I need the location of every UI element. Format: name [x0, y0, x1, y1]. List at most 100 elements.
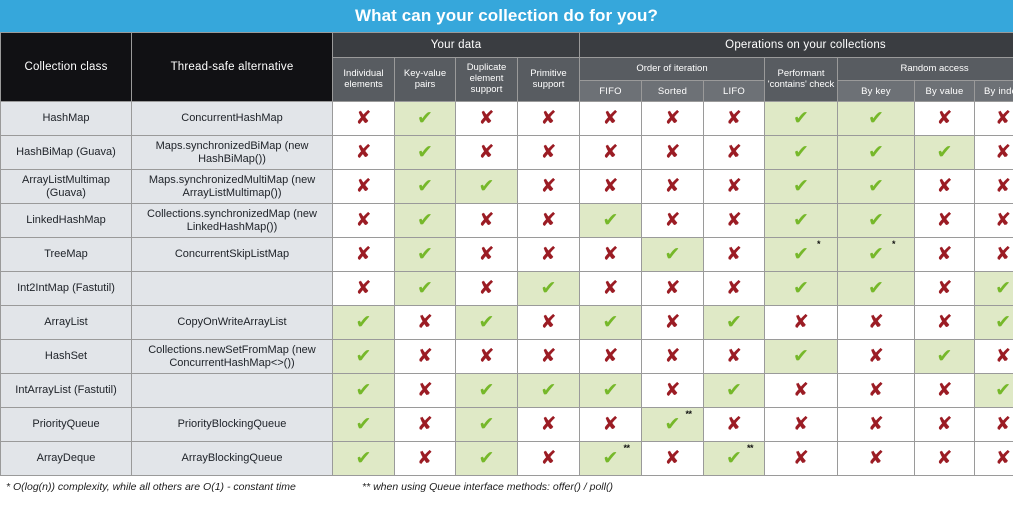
table-row: ArrayListMultimap (Guava) Maps.synchroniz…	[1, 170, 1013, 203]
cell-not-supported: ✘	[333, 272, 394, 305]
cross-icon: ✘	[936, 276, 953, 299]
cross-icon: ✘	[936, 208, 953, 231]
cell-not-supported: ✘	[642, 374, 703, 407]
cell-not-supported: ✘	[975, 102, 1013, 135]
cell-supported: ✔	[765, 102, 837, 135]
cell-not-supported: ✘	[518, 238, 579, 271]
cell-not-supported: ✘	[915, 408, 974, 441]
cell-supported: ✔	[580, 374, 641, 407]
check-icon: ✔	[602, 310, 619, 333]
cross-icon: ✘	[995, 140, 1011, 163]
cross-icon: ✘	[540, 412, 557, 435]
check-icon: ✔	[478, 378, 495, 401]
cross-icon: ✘	[995, 106, 1011, 129]
check-icon: ✔ **	[726, 442, 753, 469]
cell-not-supported: ✘	[704, 408, 764, 441]
cross-icon: ✘	[602, 276, 619, 299]
cross-icon: ✘	[417, 344, 433, 367]
cell-supported: ✔	[765, 272, 837, 305]
check-icon: ✔	[355, 310, 372, 333]
cross-icon: ✘	[793, 446, 809, 469]
cell-not-supported: ✘	[518, 204, 579, 237]
check-icon: ✔	[995, 276, 1011, 299]
cell-supported: ✔	[765, 170, 837, 203]
cell-not-supported: ✘	[518, 136, 579, 169]
header-lifo: LIFO	[704, 81, 764, 101]
cell-supported: ✔	[395, 238, 455, 271]
cell-supported: ✔	[456, 442, 517, 475]
cell-supported: ✔	[580, 306, 641, 339]
cell-supported: ✔	[395, 170, 455, 203]
cell-not-supported: ✘	[333, 102, 394, 135]
cell-not-supported: ✘	[765, 374, 837, 407]
footnote-double-asterisk: ** when using Queue interface methods: o…	[362, 481, 613, 493]
cross-icon: ✘	[355, 242, 372, 265]
cell-not-supported: ✘	[518, 306, 579, 339]
cross-icon: ✘	[726, 242, 742, 265]
cell-not-supported: ✘	[642, 306, 703, 339]
cross-icon: ✘	[417, 310, 433, 333]
cell-not-supported: ✘	[642, 204, 703, 237]
cell-not-supported: ✘	[642, 136, 703, 169]
check-icon: ✔	[793, 344, 809, 367]
cell-not-supported: ✘	[838, 374, 914, 407]
header-group-your-data: Your data	[333, 33, 579, 57]
cell-supported: ✔	[765, 340, 837, 373]
cell-not-supported: ✘	[704, 136, 764, 169]
check-icon: ✔ **	[664, 408, 692, 435]
cross-icon: ✘	[417, 378, 433, 401]
cell-not-supported: ✘	[456, 136, 517, 169]
cell-not-supported: ✘	[765, 306, 837, 339]
collection-class-label: HashMap	[1, 102, 131, 135]
cross-icon: ✘	[478, 242, 495, 265]
check-icon: ✔	[995, 310, 1011, 333]
cross-icon: ✘	[540, 106, 557, 129]
cell-supported: ✔	[395, 102, 455, 135]
cross-icon: ✘	[868, 378, 884, 401]
check-icon: ✔	[868, 208, 884, 231]
check-icon: ✔	[793, 174, 809, 197]
footnote-marker: **	[623, 442, 630, 453]
cross-icon: ✘	[602, 174, 619, 197]
cell-supported: ✔	[580, 204, 641, 237]
table-row: Int2IntMap (Fastutil) ✘ ✔ ✘ ✔ ✘ ✘ ✘ ✔ ✔ ✘ ✔	[1, 272, 1013, 305]
thread-safe-alternative-label: PriorityBlockingQueue	[132, 408, 332, 441]
cell-supported: ✔	[518, 272, 579, 305]
table-row: TreeMap ConcurrentSkipListMap ✘ ✔ ✘ ✘ ✘ ✔ ✘ ✔ * ✔ * ✘…	[1, 238, 1013, 271]
check-icon: ✔	[995, 378, 1011, 401]
cell-not-supported: ✘	[704, 204, 764, 237]
cell-not-supported: ✘	[456, 340, 517, 373]
thread-safe-alternative-label: ConcurrentSkipListMap	[132, 238, 332, 271]
cross-icon: ✘	[793, 412, 809, 435]
collection-class-label: ArrayList	[1, 306, 131, 339]
cell-supported: ✔	[975, 272, 1013, 305]
cell-not-supported: ✘	[975, 408, 1013, 441]
cross-icon: ✘	[793, 378, 809, 401]
table-row: HashSet Collections.newSetFromMap (new Co…	[1, 340, 1013, 373]
cross-icon: ✘	[602, 242, 619, 265]
cell-supported: ✔	[518, 374, 579, 407]
cross-icon: ✘	[355, 276, 372, 299]
cell-not-supported: ✘	[518, 340, 579, 373]
check-icon: ✔	[417, 140, 433, 163]
cell-not-supported: ✘	[704, 272, 764, 305]
cell-supported: ✔	[456, 170, 517, 203]
collection-class-label: ArrayDeque	[1, 442, 131, 475]
cell-not-supported: ✘	[915, 374, 974, 407]
table-row: IntArrayList (Fastutil) ✔ ✘ ✔ ✔ ✔ ✘ ✔ ✘ ✘ ✘ ✔	[1, 374, 1013, 407]
check-icon: ✔	[664, 242, 681, 265]
cell-supported: ✔	[915, 340, 974, 373]
cell-supported: ✔	[395, 204, 455, 237]
cross-icon: ✘	[726, 276, 742, 299]
table-row: PriorityQueue PriorityBlockingQueue ✔ ✘ ✔ ✘ ✘ ✔…	[1, 408, 1013, 441]
cross-icon: ✘	[602, 344, 619, 367]
header-order-of-iteration: Order of iteration	[580, 58, 764, 80]
cell-supported: ✔	[704, 374, 764, 407]
cross-icon: ✘	[664, 344, 681, 367]
check-icon: ✔ **	[602, 442, 630, 469]
cross-icon: ✘	[726, 344, 742, 367]
cell-not-supported: ✘	[580, 408, 641, 441]
header-key-value-pairs: Key-value pairs	[395, 58, 455, 101]
footnote-asterisk: * O(log(n)) complexity, while all others…	[6, 481, 296, 493]
table-row: HashMap ConcurrentHashMap ✘ ✔ ✘ ✘ ✘ ✘ ✘ ✔ ✔ ✘ ✘	[1, 102, 1013, 135]
